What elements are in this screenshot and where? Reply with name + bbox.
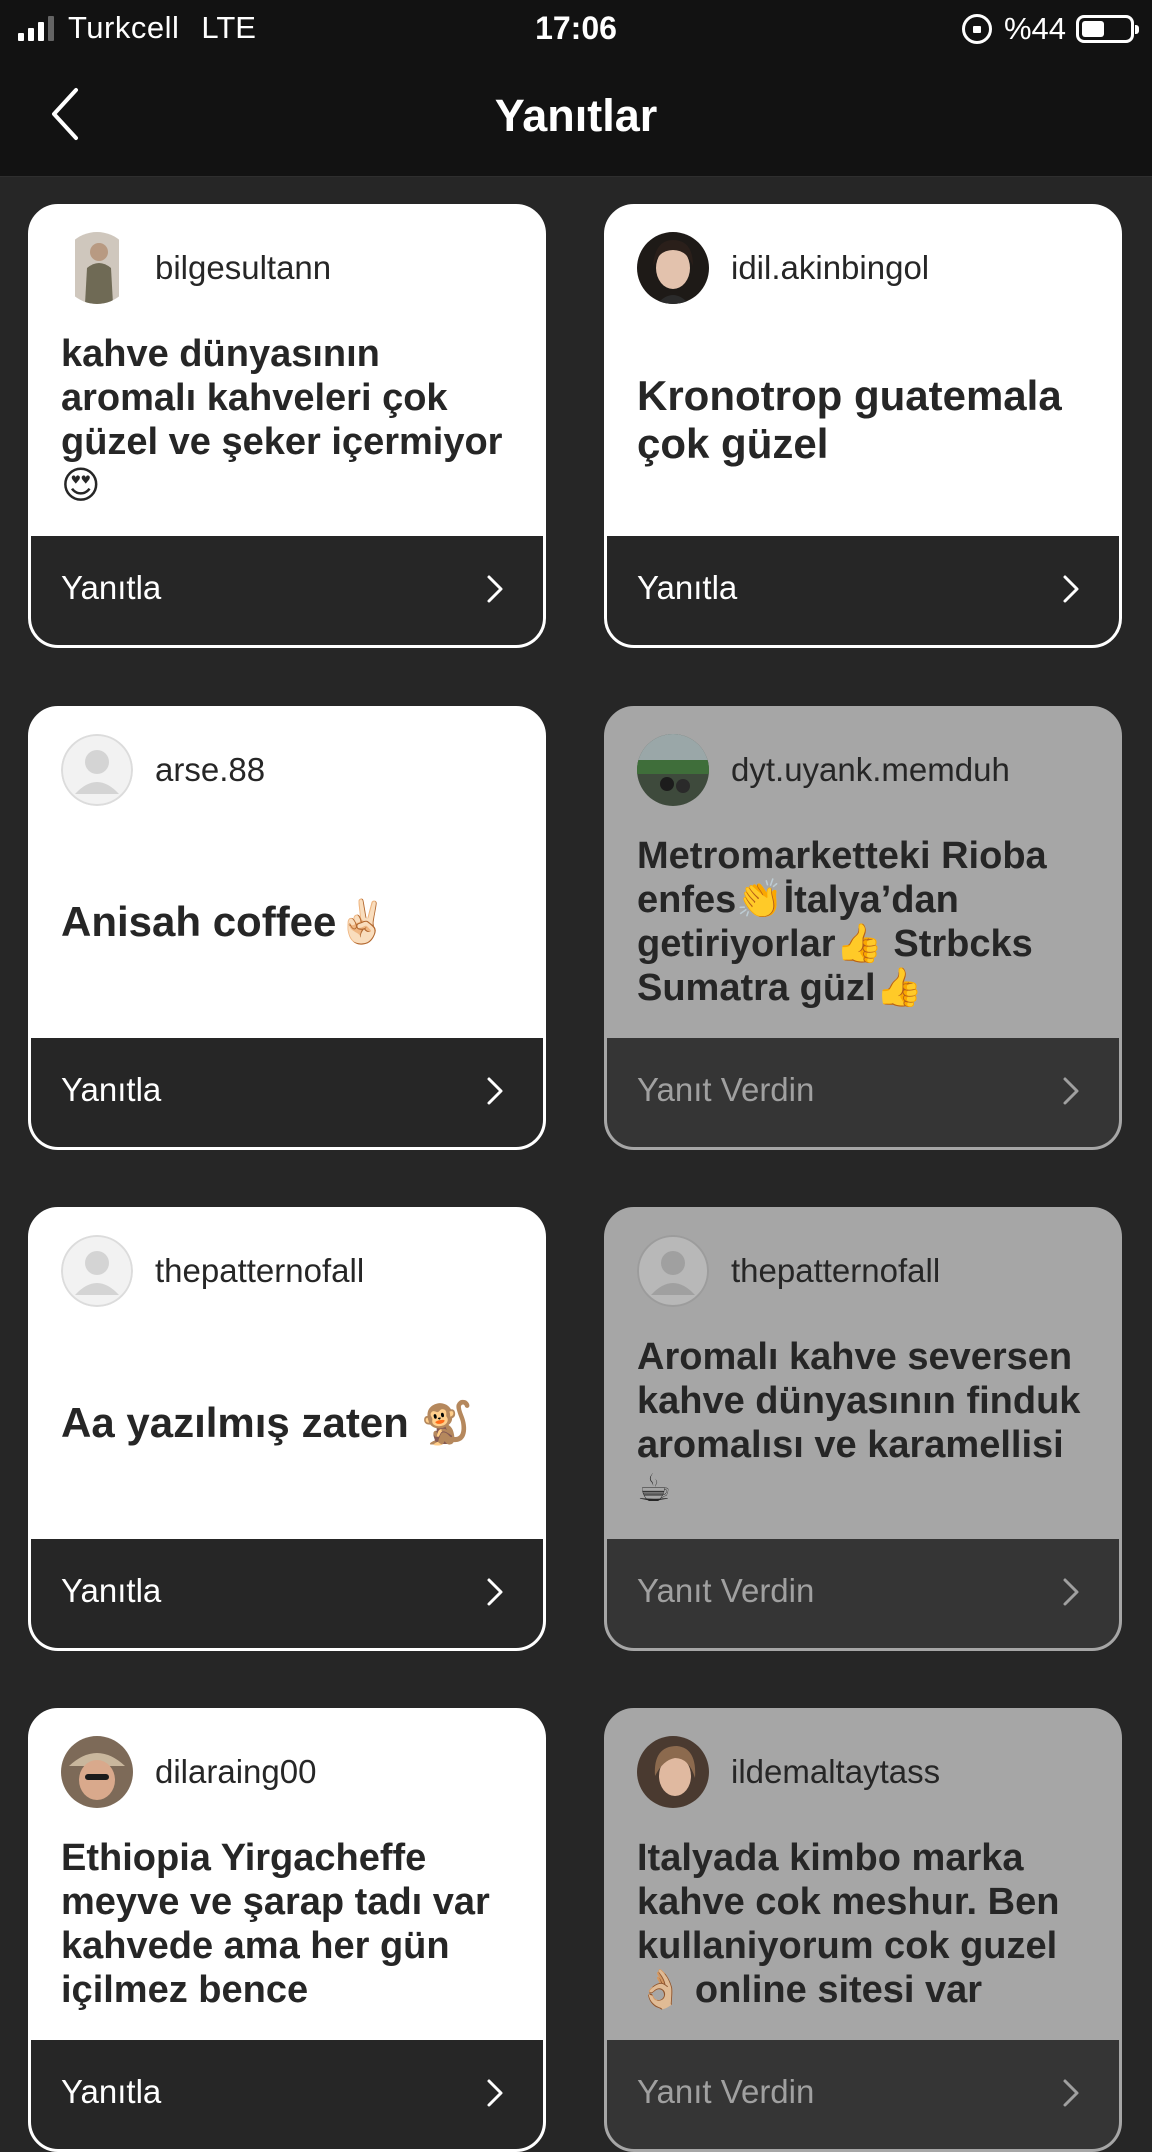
reply-text: Ethiopia Yirgacheffe meyve ve şarap tadı… [61, 1837, 490, 2011]
reply-card-answered: dyt.uyank.memduh Metromarketteki Rioba e… [604, 706, 1122, 1150]
chevron-right-icon [1063, 1578, 1079, 1606]
avatar [61, 1736, 133, 1808]
card-body: Metromarketteki Rioba enfes👏İtalya’dan g… [637, 809, 1089, 1035]
reply-button-label: Yanıtla [61, 1572, 162, 1609]
username: thepatternofall [155, 1252, 365, 1289]
card-header: dyt.uyank.memduh [637, 733, 1010, 807]
username: bilgesultann [155, 249, 332, 286]
card-header: idil.akinbingol [637, 231, 929, 305]
card-header: bilgesultann [61, 231, 331, 305]
answered-button-label: Yanıt Verdin [637, 2073, 815, 2110]
answered-button[interactable]: Yanıt Verdin [607, 2040, 1119, 2149]
chevron-right-icon [487, 2079, 503, 2107]
answered-button-label: Yanıt Verdin [637, 1071, 815, 1108]
chevron-right-icon [487, 1578, 503, 1606]
answered-button[interactable]: Yanıt Verdin [607, 1539, 1119, 1648]
card-body: Italyada kimbo marka kahve cok meshur. B… [637, 1811, 1089, 2037]
card-header: thepatternofall [61, 1234, 364, 1308]
reply-text: Kronotrop guatemala çok güzel [637, 372, 1062, 467]
reply-text: Anisah coffee✌🏻 [61, 898, 389, 945]
reply-button-label: Yanıtla [61, 1071, 162, 1108]
reply-text: Aa yazılmış zaten 🐒 [61, 1399, 473, 1446]
battery-percent: %44 [1003, 11, 1066, 46]
reply-card-answered: ildemaltaytass Italyada kimbo marka kahv… [604, 1708, 1122, 2152]
username: arse.88 [155, 751, 266, 788]
card-body: Ethiopia Yirgacheffe meyve ve şarap tadı… [61, 1811, 513, 2037]
rotation-lock-icon [961, 14, 992, 44]
battery-icon [1076, 15, 1139, 43]
reply-text: Metromarketteki Rioba enfes👏İtalya’dan g… [637, 835, 1047, 1009]
card-body: kahve dünyasının aromalı kahveleri çok g… [61, 307, 513, 533]
answered-button-label: Yanıt Verdin [637, 1572, 815, 1609]
answered-button[interactable]: Yanıt Verdin [607, 1038, 1119, 1147]
page-title: Yanıtlar [494, 90, 658, 141]
reply-button[interactable]: Yanıtla [31, 536, 543, 645]
card-header: arse.88 [61, 733, 265, 807]
reply-button[interactable]: Yanıtla [31, 1038, 543, 1147]
reply-card: idil.akinbingol Kronotrop guatemala çok … [604, 204, 1122, 648]
card-header: dilaraing00 [61, 1735, 316, 1809]
reply-card-answered: thepatternofall Aromalı kahve seversen k… [604, 1207, 1122, 1651]
avatar [61, 232, 133, 304]
username: idil.akinbingol [731, 249, 930, 286]
reply-card: bilgesultann kahve dünyasının aromalı ka… [28, 204, 546, 648]
avatar [61, 1235, 133, 1307]
reply-text: Italyada kimbo marka kahve cok meshur. B… [637, 1837, 1060, 2011]
status-bar: Turkcell LTE 17:06 %44 [0, 0, 1152, 58]
nav-bar: Yanıtlar [0, 58, 1152, 177]
reply-button-label: Yanıtla [61, 2073, 162, 2110]
avatar [637, 1736, 709, 1808]
avatar [637, 232, 709, 304]
card-body: Anisah coffee✌🏻 [61, 809, 513, 1035]
username: dyt.uyank.memduh [731, 751, 1010, 788]
card-body: Kronotrop guatemala çok güzel [637, 307, 1089, 533]
card-header: thepatternofall [637, 1234, 940, 1308]
chevron-right-icon [1063, 2079, 1079, 2107]
card-body: Aromalı kahve seversen kahve dünyasının … [637, 1310, 1089, 1536]
card-header: ildemaltaytass [637, 1735, 940, 1809]
reply-text: kahve dünyasının aromalı kahveleri çok g… [61, 333, 503, 507]
reply-button-label: Yanıtla [637, 569, 738, 606]
reply-text: Aromalı kahve seversen kahve dünyasının … [637, 1336, 1081, 1510]
chevron-right-icon [487, 1077, 503, 1105]
avatar [637, 734, 709, 806]
reply-button[interactable]: Yanıtla [31, 1539, 543, 1648]
reply-card: dilaraing00 Ethiopia Yirgacheffe meyve v… [28, 1708, 546, 2152]
reply-button-label: Yanıtla [61, 569, 162, 606]
avatar [61, 734, 133, 806]
reply-card: arse.88 Anisah coffee✌🏻 Yanıtla [28, 706, 546, 1150]
status-right: %44 [961, 11, 1139, 47]
reply-button[interactable]: Yanıtla [607, 536, 1119, 645]
avatar [637, 1235, 709, 1307]
card-body: Aa yazılmış zaten 🐒 [61, 1310, 513, 1536]
username: thepatternofall [731, 1252, 941, 1289]
reply-button[interactable]: Yanıtla [31, 2040, 543, 2149]
chevron-right-icon [487, 575, 503, 603]
chevron-right-icon [1063, 575, 1079, 603]
chevron-right-icon [1063, 1077, 1079, 1105]
username: ildemaltaytass [731, 1753, 941, 1790]
reply-card: thepatternofall Aa yazılmış zaten 🐒 Yanı… [28, 1207, 546, 1651]
username: dilaraing00 [155, 1753, 317, 1790]
